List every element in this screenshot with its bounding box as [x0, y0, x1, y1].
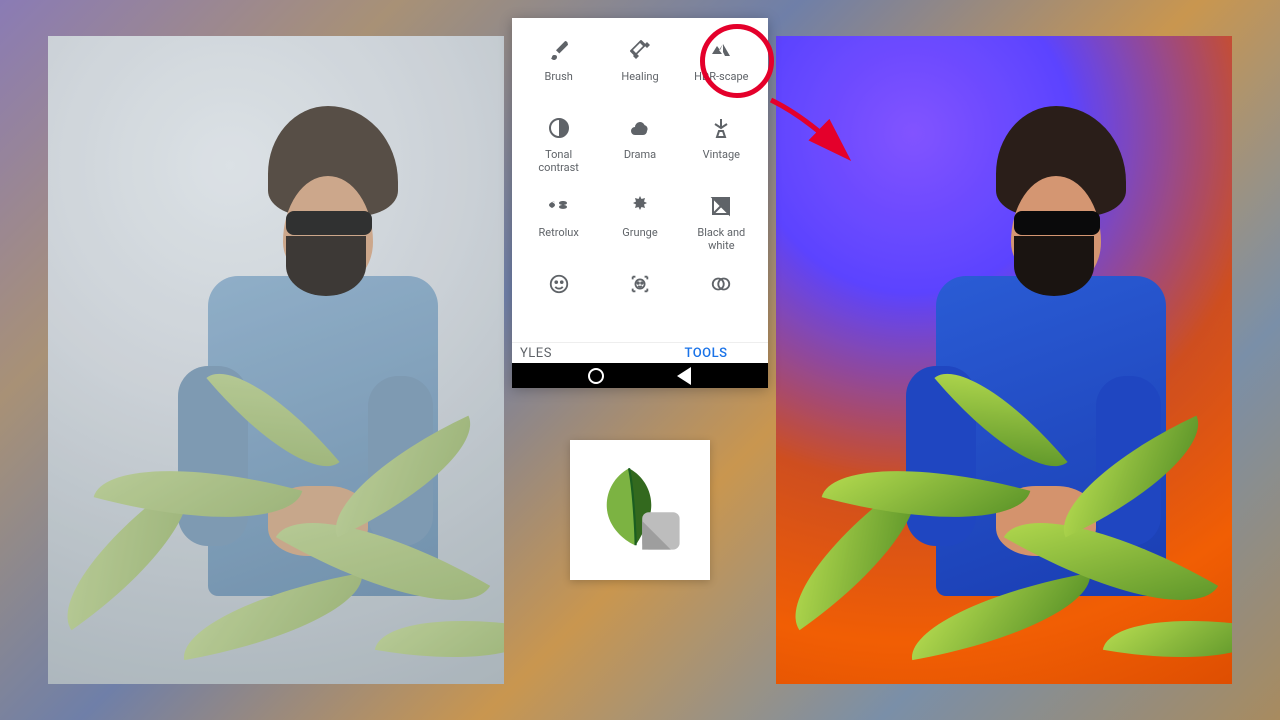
snapseed-logo [570, 440, 710, 580]
double-exposure-icon [707, 270, 735, 298]
face-pose-icon [626, 270, 654, 298]
tool-label: Grunge [622, 226, 657, 239]
tool-tonal-contrast[interactable]: Tonal contrast [518, 108, 599, 186]
tool-label: Black and white [686, 226, 756, 252]
tab-tools[interactable]: TOOLS [644, 343, 768, 363]
retrolux-icon [545, 192, 573, 220]
tool-double-exposure[interactable] [681, 264, 762, 342]
tabs: YLES TOOLS [512, 342, 768, 363]
face-icon [545, 270, 573, 298]
tool-vintage[interactable]: Vintage [681, 108, 762, 186]
tool-healing[interactable]: Healing [599, 30, 680, 108]
tool-face-pose[interactable] [599, 264, 680, 342]
healing-icon [626, 36, 654, 64]
tool-grunge[interactable]: Grunge [599, 186, 680, 264]
tool-brush[interactable]: Brush [518, 30, 599, 108]
tool-black-and-white[interactable]: Black and white [681, 186, 762, 264]
drama-icon [626, 114, 654, 142]
tool-label: Tonal contrast [524, 148, 594, 174]
before-image [48, 36, 504, 684]
brush-icon [545, 36, 573, 64]
tool-label: Retrolux [539, 226, 579, 239]
tool-label: Healing [621, 70, 658, 83]
nav-back[interactable] [675, 367, 693, 385]
black-white-icon [707, 192, 735, 220]
tools-panel: Brush Healing HDR-scape Tonal contrast D… [512, 18, 768, 388]
hdr-scape-icon [707, 36, 735, 64]
grunge-icon [626, 192, 654, 220]
android-nav-bar [512, 363, 768, 388]
tools-grid: Brush Healing HDR-scape Tonal contrast D… [512, 18, 768, 342]
tonal-contrast-icon [545, 114, 573, 142]
tool-label: Drama [624, 148, 656, 161]
tool-label: HDR-scape [694, 70, 748, 83]
tool-retrolux[interactable]: Retrolux [518, 186, 599, 264]
tool-face-enhance[interactable] [518, 264, 599, 342]
tab-styles[interactable]: YLES [512, 343, 644, 363]
tool-drama[interactable]: Drama [599, 108, 680, 186]
after-image [776, 36, 1232, 684]
tool-hdr-scape[interactable]: HDR-scape [681, 30, 762, 108]
vintage-icon [707, 114, 735, 142]
tool-label: Vintage [703, 148, 740, 161]
nav-home[interactable] [587, 367, 605, 385]
tool-label: Brush [544, 70, 572, 83]
